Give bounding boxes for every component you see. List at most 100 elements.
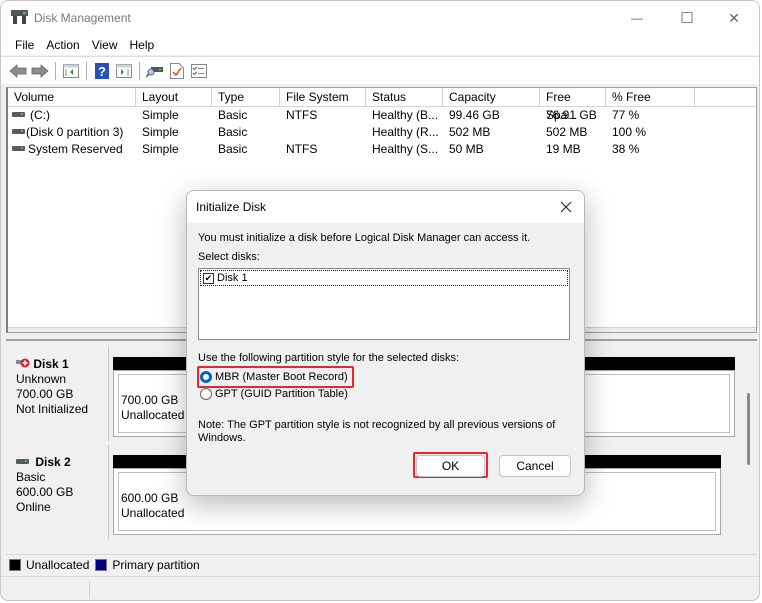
menu-file[interactable]: File [9,35,40,55]
disk-view-vertical-scrollbar[interactable] [744,341,754,511]
column-header-free-space[interactable]: Free Spa... [540,88,606,122]
gpt-option[interactable]: GPT (GUID Partition Table) [200,386,348,402]
forward-button[interactable] [29,60,51,82]
back-icon [9,63,27,78]
status-cell: Healthy (S... [372,142,439,156]
toolbar-separator [55,61,56,80]
legend-swatch-primary-partition [95,558,108,571]
column-header-file-system[interactable]: File System [280,88,366,107]
settings-list-button[interactable] [188,60,210,82]
mbr-radio[interactable] [200,371,212,383]
gpt-note-line-2: Windows. [198,432,246,444]
show-hide-console-tree-button[interactable] [60,60,82,82]
close-icon: ✕ [728,9,740,26]
show-hide-console-tree-icon [63,63,79,78]
show-hide-action-pane-button[interactable] [113,60,135,82]
menu-action[interactable]: Action [40,35,85,55]
dialog-title-bar: Initialize Disk [187,191,584,223]
disk-management-app-icon [11,10,28,24]
dialog-title: Initialize Disk [196,200,267,214]
back-button[interactable] [7,60,29,82]
minimize-icon: — [631,11,643,25]
minimize-button[interactable]: — [614,1,660,35]
legend-swatch-unallocated [9,558,21,571]
disk-list-item-label: Disk 1 [217,272,248,284]
dialog-message: You must initialize a disk before Logica… [198,232,531,244]
disk-1-label[interactable]: Disk 1 Unknown 700.00 GB Not Initialized [8,347,109,441]
toolbar-separator [139,61,140,80]
properties-button[interactable] [166,60,188,82]
rescan-disks-button[interactable] [144,60,166,82]
disk-name: Disk 2 [35,455,71,469]
column-header-capacity[interactable]: Capacity [443,88,540,107]
menu-help[interactable]: Help [124,35,161,55]
status-cell: Healthy (B... [372,108,439,122]
file-system-cell: NTFS [286,142,318,156]
toolbar-separator [86,61,87,80]
disk-size: 700.00 GB [16,387,74,401]
volume-row[interactable]: (Disk 0 partition 3) Simple Basic Health… [8,124,756,141]
legend-label: Unallocated [26,557,90,572]
volume-row[interactable]: (C:) Simple Basic NTFS Healthy (B... 99.… [8,107,756,124]
ok-button[interactable]: OK [416,455,485,477]
window-title: Disk Management [34,11,131,25]
svg-text:?: ? [98,64,106,79]
dialog-close-button[interactable] [552,193,580,221]
help-button[interactable]: ? [91,60,113,82]
disk-online-icon [16,459,29,465]
volume-name: System Reserved [28,142,123,156]
layout-cell: Simple [142,142,179,156]
menu-bar: File Action View Help [1,35,759,55]
initialize-disk-dialog: Initialize Disk You must initialize a di… [186,190,585,496]
show-hide-action-pane-icon [116,63,132,78]
menu-view[interactable]: View [86,35,124,55]
maximize-icon: ☐ [680,10,694,27]
type-cell: Basic [218,108,248,122]
legend-item-unallocated: Unallocated [9,558,89,572]
disk-name: Disk 1 [33,357,69,371]
file-system-cell: NTFS [286,108,318,122]
free-space-cell: 502 MB [546,125,588,139]
partition-style-label: Use the following partition style for th… [198,352,460,364]
drive-icon [12,146,25,152]
disk-1-checkbox[interactable]: ✔ [203,272,214,284]
column-header-status[interactable]: Status [366,88,443,107]
volume-name: (C:) [30,108,50,122]
select-disks-label: Select disks: [198,251,260,263]
column-header-type[interactable]: Type [212,88,280,107]
gpt-note-line-1: Note: The GPT partition style is not rec… [198,419,556,431]
disk-2-label[interactable]: Disk 2 Basic 600.00 GB Online [8,445,109,539]
mbr-option[interactable]: MBR (Master Boot Record) [200,369,348,385]
volume-cell: (C:) [8,107,136,124]
disk-list-item[interactable]: ✔ Disk 1 [200,270,568,286]
volume-name: (Disk 0 partition 3) [26,125,124,139]
percent-free-cell: 38 % [612,142,640,156]
percent-free-cell: 100 % [612,125,647,139]
disk-state: Not Initialized [16,402,89,416]
volume-row[interactable]: System Reserved Simple Basic NTFS Health… [8,141,756,158]
partition-label: Unallocated [121,506,185,520]
column-header-percent-free[interactable]: % Free [606,88,695,107]
type-cell: Basic [218,142,248,156]
scrollbar-thumb[interactable] [747,393,750,465]
disk-size: 600.00 GB [16,485,74,499]
properties-icon [170,62,184,79]
column-header-volume[interactable]: Volume [8,88,136,107]
help-icon: ? [95,62,109,79]
cancel-button[interactable]: Cancel [499,455,571,477]
close-button[interactable]: ✕ [711,1,757,35]
select-disks-list[interactable]: ✔ Disk 1 [198,268,570,340]
capacity-cell: 502 MB [449,125,491,139]
column-header-layout[interactable]: Layout [136,88,212,107]
gpt-radio[interactable] [200,388,212,400]
volume-cell: (Disk 0 partition 3) [8,124,136,141]
layout-cell: Simple [142,125,179,139]
free-space-cell: 76.91 GB [546,108,597,122]
rescan-disks-icon [146,66,163,78]
disk-state: Online [16,500,51,514]
layout-cell: Simple [142,108,179,122]
free-space-cell: 19 MB [546,142,581,156]
settings-list-icon [191,63,207,78]
maximize-button[interactable]: ☐ [664,1,710,35]
drive-icon [12,112,25,118]
